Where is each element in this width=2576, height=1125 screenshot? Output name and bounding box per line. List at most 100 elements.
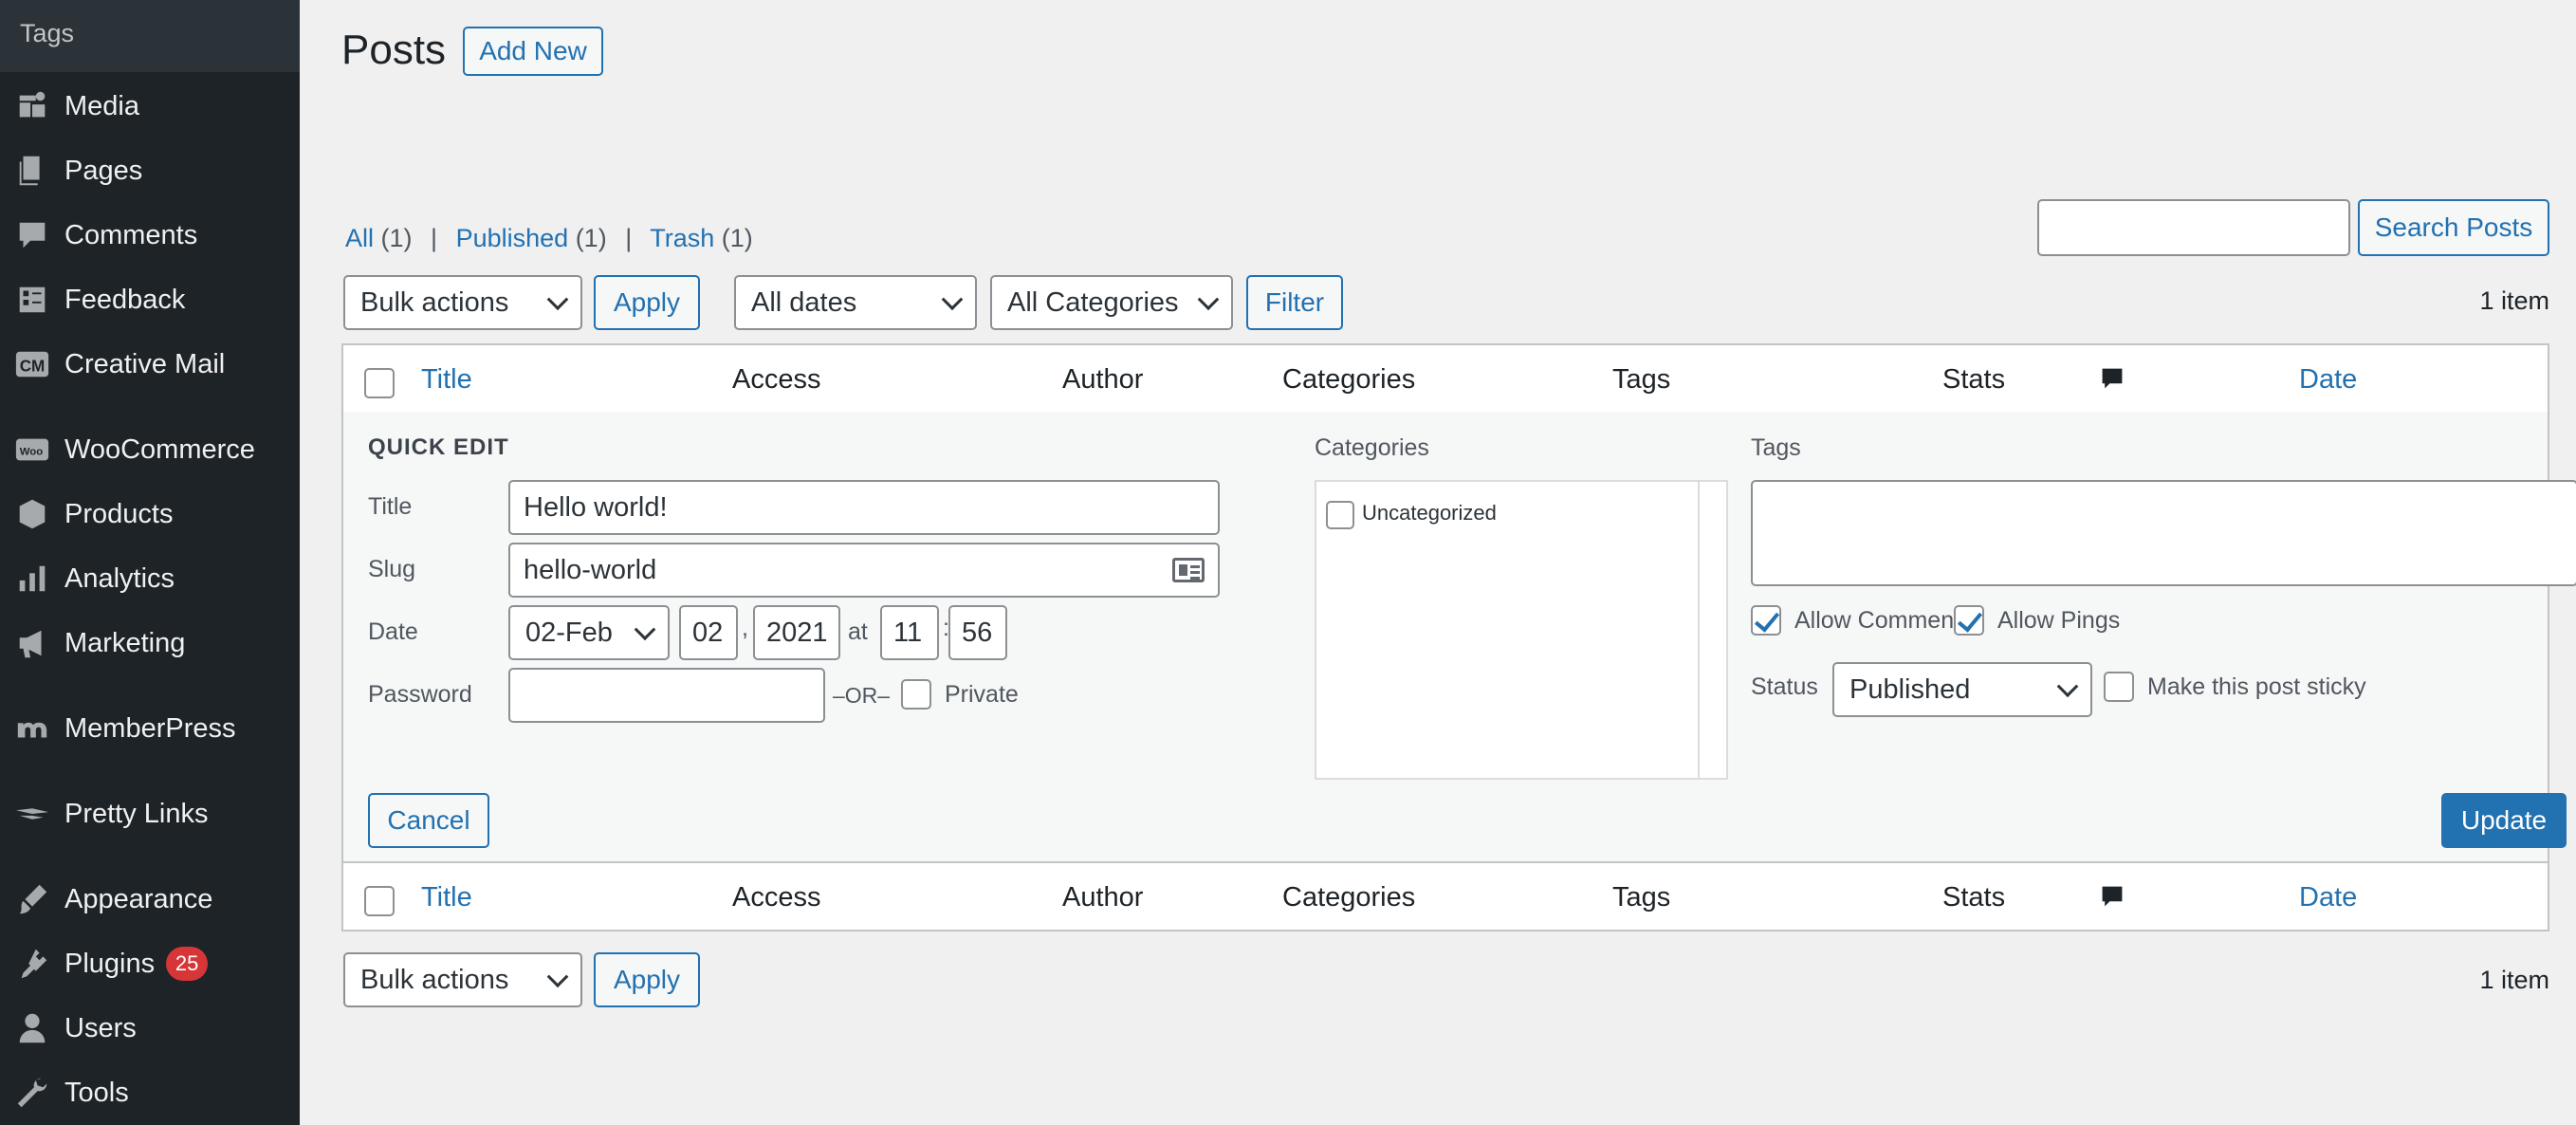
sidebar-item-label: Marketing xyxy=(64,627,186,658)
sidebar-item-comments[interactable]: Comments xyxy=(0,207,300,264)
categories-label: Categories xyxy=(1315,434,1429,461)
view-all-link[interactable]: All xyxy=(345,224,374,252)
comments-column-icon[interactable] xyxy=(2100,884,2125,909)
sidebar-item-tools[interactable]: Tools xyxy=(0,1064,300,1121)
date-at: at xyxy=(848,618,868,645)
woocommerce-icon: Woo xyxy=(0,421,64,478)
creative-mail-icon: CM xyxy=(0,336,64,393)
sidebar-item-tags[interactable]: Tags xyxy=(0,0,300,72)
apply-button[interactable]: Apply xyxy=(594,275,700,330)
view-separator: | xyxy=(625,224,633,252)
admin-sidebar: Tags Media Pages Comments Feedback CM Cr… xyxy=(0,0,300,1125)
chevron-down-icon xyxy=(546,966,569,988)
pretty-links-icon xyxy=(0,785,64,842)
status-select[interactable]: Published xyxy=(1832,662,2092,717)
select-all-checkbox[interactable] xyxy=(364,368,395,398)
sidebar-item-users[interactable]: Users xyxy=(0,1000,300,1057)
sidebar-item-label: WooCommerce xyxy=(64,433,255,465)
id-card-icon xyxy=(1172,558,1205,582)
bulk-actions-select[interactable]: Bulk actions xyxy=(343,275,582,330)
category-checkbox[interactable] xyxy=(1326,501,1354,529)
pages-icon xyxy=(0,142,64,199)
chevron-down-icon xyxy=(1197,288,1220,311)
private-checkbox[interactable] xyxy=(901,679,931,710)
chevron-down-icon xyxy=(546,288,569,311)
slug-label: Slug xyxy=(368,556,416,582)
sidebar-item-creative-mail[interactable]: CM Creative Mail xyxy=(0,336,300,393)
title-input[interactable]: Hello world! xyxy=(508,480,1220,535)
title-label: Title xyxy=(368,493,413,520)
sidebar-item-marketing[interactable]: Marketing xyxy=(0,615,300,672)
tools-icon xyxy=(0,1064,64,1121)
day-input[interactable]: 02 xyxy=(679,605,738,660)
cancel-button[interactable]: Cancel xyxy=(368,793,489,848)
status-value: Published xyxy=(1849,673,1971,705)
allow-comments-checkbox[interactable] xyxy=(1751,605,1781,636)
apply-button-bottom[interactable]: Apply xyxy=(594,952,700,1007)
search-posts-button[interactable]: Search Posts xyxy=(2358,199,2549,256)
select-all-checkbox[interactable] xyxy=(364,886,395,916)
column-title[interactable]: Title xyxy=(421,882,472,913)
tags-textarea[interactable] xyxy=(1751,480,2576,586)
svg-text:CM: CM xyxy=(20,358,46,376)
category-label: Uncategorized xyxy=(1362,501,1497,525)
plugins-update-badge: 25 xyxy=(166,947,209,981)
posts-table-footer: Title Access Author Categories Tags Stat… xyxy=(341,861,2549,931)
sidebar-item-products[interactable]: Products xyxy=(0,486,300,543)
post-status-filter: All (1) | Published (1) | Trash (1) xyxy=(345,224,753,253)
bulk-actions-select-bottom[interactable]: Bulk actions xyxy=(343,952,582,1007)
allow-pings-label: Allow Pings xyxy=(1997,607,2121,634)
column-tags: Tags xyxy=(1612,882,1671,913)
sidebar-item-media[interactable]: Media xyxy=(0,78,300,135)
column-author: Author xyxy=(1062,364,1144,395)
categories-filter-select[interactable]: All Categories xyxy=(990,275,1233,330)
column-date[interactable]: Date xyxy=(2299,882,2357,913)
sidebar-item-plugins[interactable]: Plugins 25 xyxy=(0,935,300,992)
column-stats: Stats xyxy=(1942,364,2006,395)
tags-label: Tags xyxy=(1751,434,1801,461)
chevron-down-icon xyxy=(941,288,964,311)
month-select[interactable]: 02-Feb xyxy=(508,605,670,660)
column-access: Access xyxy=(732,882,821,913)
sidebar-item-label: Plugins xyxy=(64,948,156,979)
year-input[interactable]: 2021 xyxy=(753,605,840,660)
search-input[interactable] xyxy=(2037,199,2350,256)
date-comma: , xyxy=(742,615,748,641)
view-all-count: (1) xyxy=(380,224,413,252)
sidebar-item-pages[interactable]: Pages xyxy=(0,142,300,199)
chevron-down-icon xyxy=(2056,675,2079,698)
filter-button[interactable]: Filter xyxy=(1246,275,1343,330)
dates-filter-select[interactable]: All dates xyxy=(734,275,977,330)
column-date[interactable]: Date xyxy=(2299,364,2357,396)
minute-input[interactable]: 56 xyxy=(948,605,1007,660)
sidebar-item-memberpress[interactable]: MemberPress xyxy=(0,700,300,757)
or-separator: –OR– xyxy=(833,683,891,708)
password-input[interactable] xyxy=(508,668,825,723)
sidebar-item-label: Pretty Links xyxy=(64,798,209,829)
sticky-checkbox[interactable] xyxy=(2104,672,2134,702)
sidebar-item-appearance[interactable]: Appearance xyxy=(0,871,300,928)
sidebar-item-analytics[interactable]: Analytics xyxy=(0,550,300,607)
sidebar-item-feedback[interactable]: Feedback xyxy=(0,271,300,328)
categories-scrollbar[interactable] xyxy=(1698,482,1726,778)
column-access: Access xyxy=(732,364,821,395)
update-button[interactable]: Update xyxy=(2441,793,2567,848)
view-trash-link[interactable]: Trash xyxy=(650,224,714,252)
add-new-button[interactable]: Add New xyxy=(463,27,603,76)
hour-input[interactable]: 11 xyxy=(880,605,939,660)
products-icon xyxy=(0,486,64,543)
comments-column-icon[interactable] xyxy=(2100,366,2125,391)
slug-input[interactable]: hello-world xyxy=(508,543,1220,598)
column-title[interactable]: Title xyxy=(421,364,472,396)
allow-pings-checkbox[interactable] xyxy=(1954,605,1984,636)
media-icon xyxy=(0,78,64,135)
view-published-link[interactable]: Published xyxy=(456,224,569,252)
posts-table-header: Title Access Author Categories Tags Stat… xyxy=(341,343,2549,414)
column-tags: Tags xyxy=(1612,364,1671,395)
date-label: Date xyxy=(368,618,418,645)
categories-checklist: Uncategorized xyxy=(1315,480,1728,780)
sidebar-item-pretty-links[interactable]: Pretty Links xyxy=(0,785,300,842)
sidebar-item-woocommerce[interactable]: Woo WooCommerce xyxy=(0,421,300,478)
analytics-icon xyxy=(0,550,64,607)
slug-value: hello-world xyxy=(524,554,657,585)
